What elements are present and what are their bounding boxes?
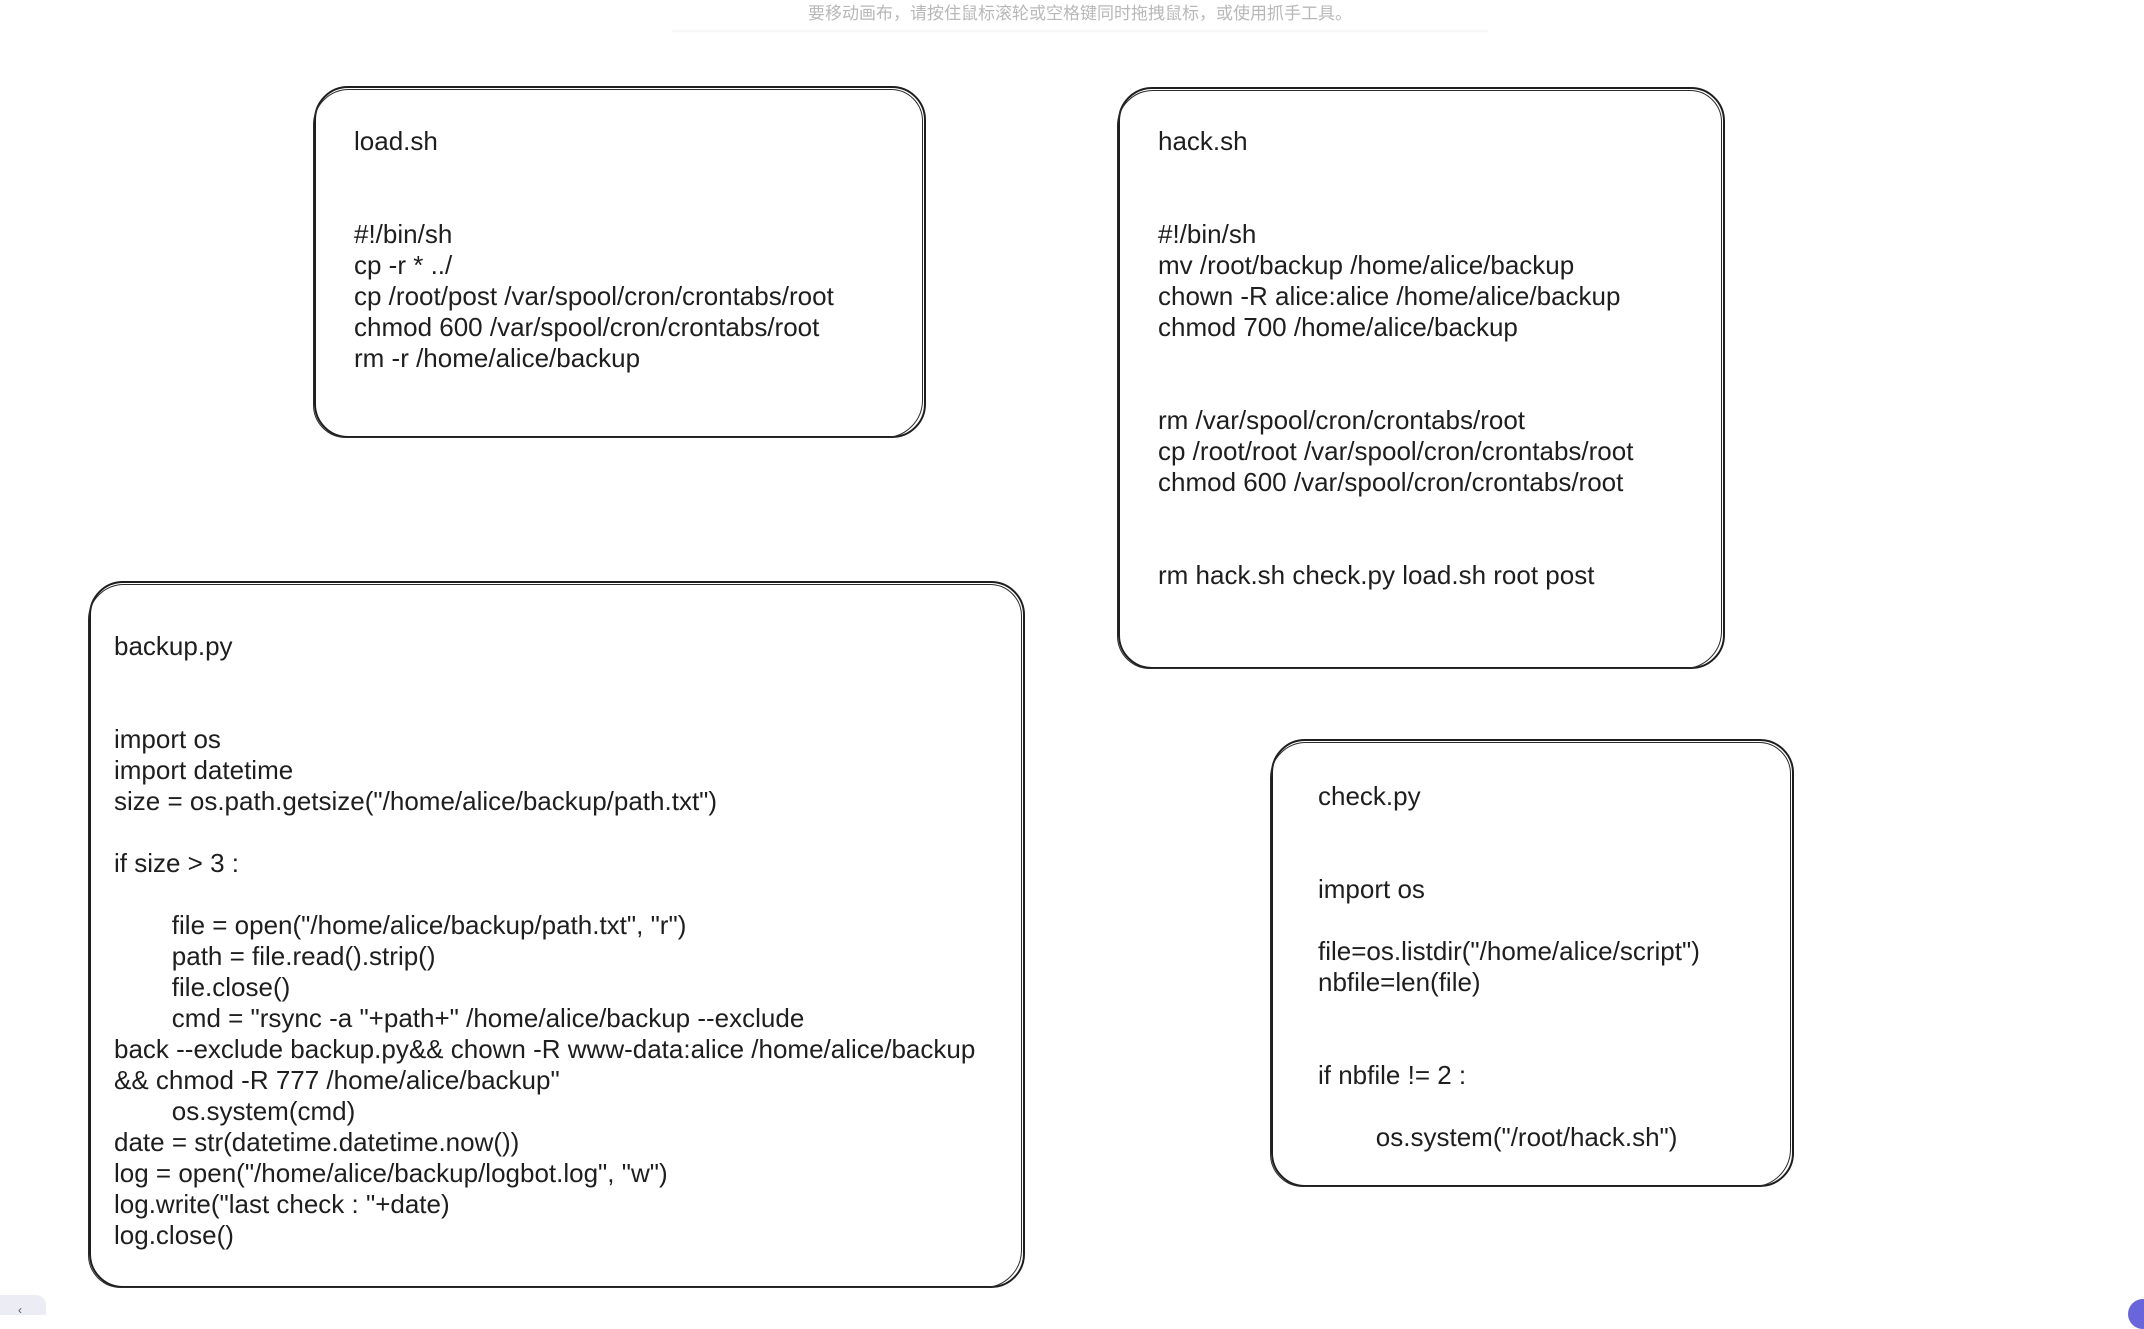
note-backup-py[interactable]: backup.py import os import datetime size… [88,581,1025,1288]
zoom-controls-corner[interactable]: ‹ [0,1295,46,1317]
note-backup-py-text[interactable]: backup.py import os import datetime size… [114,631,975,1251]
note-check-py-text[interactable]: check.py import os file=os.listdir("/hom… [1318,781,1700,1153]
pan-hint-text: 要移动画布，请按住鼠标滚轮或空格键同时拖拽鼠标，或使用抓手工具。 [808,4,1352,24]
help-button[interactable] [2128,1299,2144,1329]
pan-hint: 要移动画布，请按住鼠标滚轮或空格键同时拖拽鼠标，或使用抓手工具。 [570,0,1590,34]
note-load-sh-text[interactable]: load.sh #!/bin/sh cp -r * ../ cp /root/p… [354,126,834,374]
note-check-py[interactable]: check.py import os file=os.listdir("/hom… [1270,739,1794,1187]
whiteboard-canvas[interactable]: 要移动画布，请按住鼠标滚轮或空格键同时拖拽鼠标，或使用抓手工具。 load.sh… [0,0,2144,1329]
note-hack-sh[interactable]: hack.sh #!/bin/sh mv /root/backup /home/… [1117,87,1725,669]
note-load-sh[interactable]: load.sh #!/bin/sh cp -r * ../ cp /root/p… [313,86,926,438]
note-hack-sh-text[interactable]: hack.sh #!/bin/sh mv /root/backup /home/… [1158,126,1633,591]
